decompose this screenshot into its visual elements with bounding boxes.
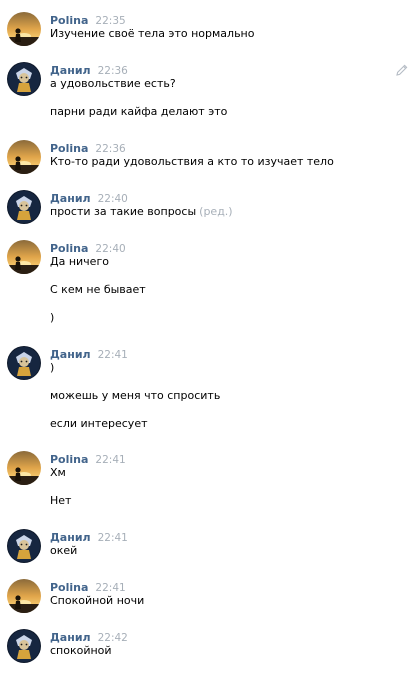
avatar-danil[interactable] <box>7 346 41 380</box>
message-text: Хм <box>50 466 66 479</box>
message-time[interactable]: 22:35 <box>95 15 125 27</box>
message-text: Да ничего <box>50 255 109 268</box>
author-name[interactable]: Данил <box>50 192 91 205</box>
message-text: ) <box>50 361 55 374</box>
avatar-danil[interactable] <box>7 190 41 224</box>
author-name[interactable]: Данил <box>50 348 91 361</box>
message-text: если интересует <box>50 417 148 430</box>
dialog-history: { "icons": { "edit": "pencil-icon", "pol… <box>0 0 419 677</box>
message-text: можешь у меня что спросить <box>50 389 221 402</box>
edited-marker: (ред.) <box>199 205 233 218</box>
message-time[interactable]: 22:41 <box>95 582 125 594</box>
message-time[interactable]: 22:36 <box>98 65 128 77</box>
message-text: окей <box>50 544 78 557</box>
message-time[interactable]: 22:42 <box>98 632 128 644</box>
message-header: Данил 22:40 <box>50 190 128 205</box>
avatar-danil[interactable] <box>7 629 41 663</box>
message-time[interactable]: 22:41 <box>98 532 128 544</box>
avatar-polina[interactable] <box>7 140 41 174</box>
message-time[interactable]: 22:40 <box>98 193 128 205</box>
message-header: Polina 22:41 <box>50 451 126 466</box>
author-name[interactable]: Polina <box>50 14 88 27</box>
message-header: Polina 22:41 <box>50 579 126 594</box>
message-text: Кто-то ради удовольствия а кто то изучае… <box>50 155 334 168</box>
message-text: Изучение своё тела это нормально <box>50 27 255 40</box>
message-time[interactable]: 22:36 <box>95 143 125 155</box>
author-name[interactable]: Polina <box>50 581 88 594</box>
message-header: Данил 22:42 <box>50 629 128 644</box>
avatar-danil[interactable] <box>7 62 41 96</box>
avatar-polina[interactable] <box>7 451 41 485</box>
message-text: прости за такие вопросы (ред.) <box>50 205 233 219</box>
avatar-polina[interactable] <box>7 579 41 613</box>
author-name[interactable]: Polina <box>50 142 88 155</box>
message-header: Данил 22:41 <box>50 529 128 544</box>
message-header: Polina 22:40 <box>50 240 126 255</box>
author-name[interactable]: Данил <box>50 64 91 77</box>
message-time[interactable]: 22:40 <box>95 243 125 255</box>
message-text-content: прости за такие вопросы <box>50 205 197 218</box>
message-header: Polina 22:35 <box>50 12 126 27</box>
avatar-polina[interactable] <box>7 12 41 46</box>
author-name[interactable]: Polina <box>50 242 88 255</box>
message-text: а удовольствие есть? <box>50 77 176 90</box>
avatar-danil[interactable] <box>7 529 41 563</box>
author-name[interactable]: Данил <box>50 531 91 544</box>
avatar-polina[interactable] <box>7 240 41 274</box>
message-text: спокойной <box>50 644 112 657</box>
message-time[interactable]: 22:41 <box>95 454 125 466</box>
message-text: Нет <box>50 494 72 507</box>
edit-icon[interactable] <box>395 63 409 77</box>
message-header: Polina 22:36 <box>50 140 126 155</box>
message-header: Данил 22:36 <box>50 62 128 77</box>
message-header: Данил 22:41 <box>50 346 128 361</box>
message-text: ) <box>50 311 55 324</box>
message-text: парни ради кайфа делают это <box>50 105 228 118</box>
message-text: Спокойной ночи <box>50 594 145 607</box>
author-name[interactable]: Polina <box>50 453 88 466</box>
message-time[interactable]: 22:41 <box>98 349 128 361</box>
author-name[interactable]: Данил <box>50 631 91 644</box>
message-text: С кем не бывает <box>50 283 146 296</box>
